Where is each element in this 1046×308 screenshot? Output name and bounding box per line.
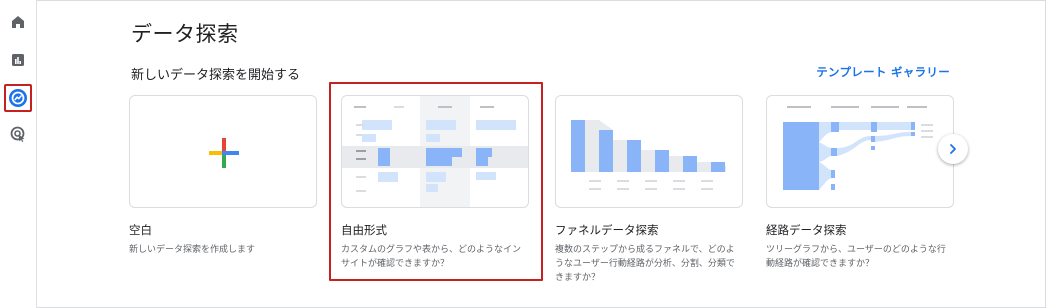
template-card-free-form[interactable]: 自由形式 カスタムのグラフや表から、どのようなインサイトが確認できますか？	[341, 95, 529, 271]
template-card-path[interactable]: 経路データ探索 ツリーグラフから、ユーザーのどのような行動経路が確認できますか？	[766, 95, 954, 271]
home-icon	[12, 16, 24, 28]
template-card-blank[interactable]: 空白 新しいデータ探索を作成します	[129, 95, 317, 257]
card-title: 空白	[129, 223, 152, 237]
path-tree-illustration	[783, 106, 933, 190]
main-content: データ探索 新しいデータ探索を開始する テンプレート ギャラリー 空白 新しいデ…	[37, 0, 1046, 308]
card-thumbnail	[341, 95, 529, 208]
nav-advertising[interactable]	[4, 120, 32, 148]
card-title: 自由形式	[341, 223, 387, 237]
card-title: ファネルデータ探索	[555, 223, 659, 237]
nav-explore[interactable]	[4, 84, 32, 112]
reports-icon	[12, 54, 24, 66]
template-card-funnel[interactable]: ファネルデータ探索 複数のステップから成るファネルで、どのようなユーザー行動経路…	[555, 95, 743, 285]
nav-reports[interactable]	[4, 46, 32, 74]
nav-home[interactable]	[4, 8, 32, 36]
advertising-icon	[10, 126, 25, 142]
plus-icon	[209, 138, 239, 168]
card-description: ツリーグラフから、ユーザーのどのような行動経路が確認できますか？	[766, 245, 946, 269]
card-title: 経路データ探索	[766, 223, 847, 237]
card-thumbnail	[129, 95, 317, 208]
funnel-chart-illustration	[571, 120, 726, 190]
template-gallery-link[interactable]: テンプレート ギャラリー	[816, 64, 950, 80]
card-description: カスタムのグラフや表から、どのようなインサイトが確認できますか？	[341, 245, 522, 269]
free-form-table-illustration	[342, 96, 528, 207]
explore-icon	[9, 89, 27, 107]
left-nav	[0, 0, 37, 308]
card-thumbnail	[766, 95, 954, 208]
page-title: データ探索	[131, 22, 239, 46]
card-description: 複数のステップから成るファネルで、どのようなユーザー行動経路が分析、分割、分類で…	[555, 245, 735, 283]
carousel-next-button[interactable]	[938, 134, 968, 164]
card-thumbnail	[555, 95, 743, 208]
chevron-right-icon	[950, 144, 956, 154]
card-description: 新しいデータ探索を作成します	[129, 245, 256, 255]
section-title: 新しいデータ探索を開始する	[131, 68, 301, 83]
